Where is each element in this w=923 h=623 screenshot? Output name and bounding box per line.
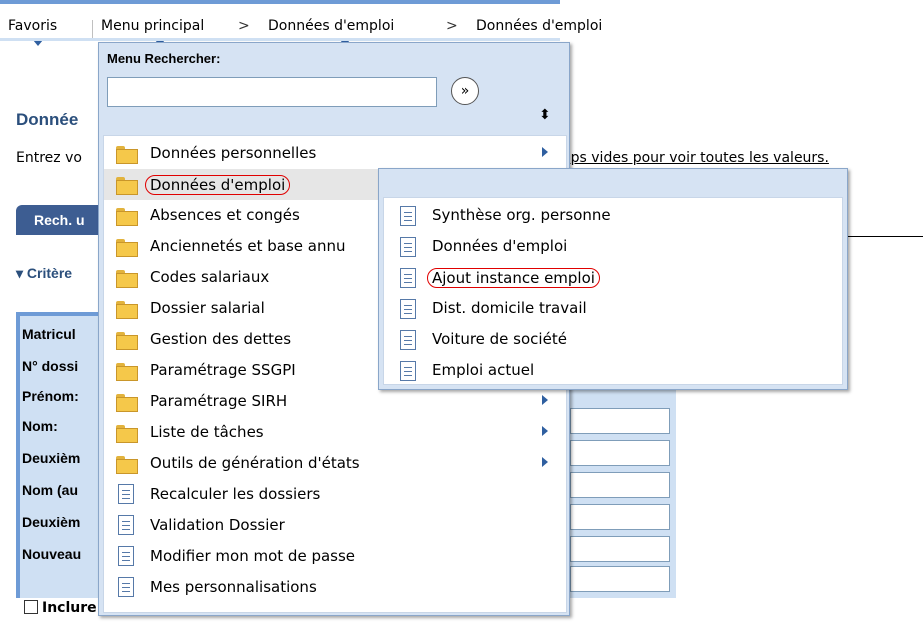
menu-item-label: Outils de génération d'états — [150, 454, 360, 472]
folder-icon — [116, 394, 138, 412]
document-icon — [400, 237, 416, 257]
document-icon — [118, 484, 134, 504]
submenu-item-label: Données d'emploi — [432, 237, 568, 255]
document-icon — [118, 577, 134, 597]
folder-icon — [116, 332, 138, 350]
submenu-item-label: Voiture de société — [432, 330, 567, 348]
page-instruction-tail: mps vides pour voir toutes les valeurs. — [557, 150, 829, 166]
submenu-arrow-icon — [542, 147, 548, 157]
menu-item-label: Liste de tâches — [150, 423, 264, 441]
menu-item-label: Validation Dossier — [150, 516, 285, 534]
submenu-item-voiture[interactable]: Voiture de société — [384, 324, 842, 355]
submenu-item-label: Ajout instance emploi — [427, 268, 600, 288]
menu-item-label: Paramétrage SIRH — [150, 392, 288, 410]
sort-icon[interactable]: ⬍ — [539, 107, 551, 123]
menu-item-label: Anciennetés et base annu — [150, 237, 346, 255]
document-icon — [400, 206, 416, 226]
nav-underline — [0, 38, 560, 41]
breadcrumb-donnees-emploi[interactable]: Données d'emploi — [268, 18, 394, 34]
menu-item-label: Recalculer les dossiers — [150, 485, 321, 503]
menu-item-label: Mes personnalisations — [150, 578, 317, 596]
menu-item-outils-etats[interactable]: Outils de génération d'états — [104, 448, 566, 479]
document-icon — [400, 330, 416, 350]
menu-item-label: Données d'emploi — [145, 175, 291, 195]
menu-item-label: Données personnelles — [150, 144, 317, 162]
text-field[interactable] — [570, 504, 670, 530]
submenu-item-emploi-actuel[interactable]: Emploi actuel — [384, 355, 842, 386]
nav-separator — [92, 20, 93, 40]
field-label: Nom (au — [22, 482, 78, 498]
document-icon — [400, 268, 416, 288]
field-label: Nom: — [22, 418, 58, 434]
submenu-item-label: Emploi actuel — [432, 361, 535, 379]
nav-menu-principal[interactable]: Menu principal — [101, 18, 204, 34]
field-label: Deuxièm — [22, 450, 81, 466]
nav-favoris[interactable]: Favoris — [8, 18, 57, 34]
folder-icon — [116, 301, 138, 319]
submenu-item-label: Dist. domicile travail — [432, 299, 587, 317]
breadcrumb-separator: > — [238, 18, 250, 34]
top-accent-line — [0, 0, 560, 4]
submenu-item-label: Synthèse org. personne — [432, 206, 611, 224]
folder-icon — [116, 146, 138, 164]
submenu-item-donnees-emploi[interactable]: Données d'emploi — [384, 231, 842, 262]
text-field[interactable] — [570, 566, 670, 592]
menu-item-modifier-mot-de-passe[interactable]: Modifier mon mot de passe — [104, 541, 566, 572]
menu-item-label: Modifier mon mot de passe — [150, 547, 356, 565]
submenu-donnees-emploi: Synthèse org. personne Données d'emploi … — [378, 168, 848, 390]
page-instruction: Entrez vo — [16, 150, 82, 166]
folder-icon — [116, 425, 138, 443]
folder-icon — [116, 177, 138, 195]
folder-icon — [116, 208, 138, 226]
field-label: N° dossi — [22, 358, 79, 374]
field-label: Matricul — [22, 326, 76, 342]
criteria-toggle[interactable]: ▾ Critère — [16, 265, 72, 282]
field-label: Prénom: — [22, 388, 79, 404]
menu-search-heading: Menu Rechercher: — [107, 51, 221, 66]
submenu-item-synthese[interactable]: Synthèse org. personne — [384, 200, 842, 231]
folder-icon — [116, 363, 138, 381]
breadcrumb-separator: > — [446, 18, 458, 34]
field-label: Deuxièm — [22, 514, 81, 530]
search-go-icon[interactable]: » — [451, 77, 479, 105]
menu-search-input[interactable] — [107, 77, 437, 107]
page-title: Donnée — [16, 110, 79, 129]
menu-item-donnees-personnelles[interactable]: Données personnelles — [104, 138, 566, 169]
submenu-arrow-icon — [542, 457, 548, 467]
breadcrumb-current: Données d'emploi — [476, 18, 603, 34]
folder-icon — [116, 456, 138, 474]
menu-item-validation[interactable]: Validation Dossier — [104, 510, 566, 541]
field-label: Nouveau — [22, 546, 82, 562]
submenu-item-list: Synthèse org. personne Données d'emploi … — [383, 197, 843, 385]
menu-item-label: Gestion des dettes — [150, 330, 292, 348]
menu-item-label: Absences et congés — [150, 206, 300, 224]
navigation-bar: Favoris Menu principal > Données d'emplo… — [0, 6, 923, 46]
folder-icon — [116, 270, 138, 288]
menu-item-label: Codes salariaux — [150, 268, 270, 286]
menu-item-recalculer[interactable]: Recalculer les dossiers — [104, 479, 566, 510]
menu-item-parametrage-sirh[interactable]: Paramétrage SIRH — [104, 386, 566, 417]
menu-item-liste-taches[interactable]: Liste de tâches — [104, 417, 566, 448]
document-icon — [118, 515, 134, 535]
text-field[interactable] — [570, 536, 670, 562]
document-icon — [400, 299, 416, 319]
document-icon — [118, 546, 134, 566]
tab-divider — [840, 236, 923, 237]
document-icon — [400, 361, 416, 381]
folder-icon — [116, 239, 138, 257]
tab-recherche[interactable]: Rech. u — [16, 205, 106, 235]
submenu-arrow-icon — [542, 395, 548, 405]
text-field[interactable] — [570, 472, 670, 498]
submenu-item-ajout-instance[interactable]: Ajout instance emploi — [384, 262, 842, 293]
menu-item-label: Paramétrage SSGPI — [150, 361, 296, 379]
text-field[interactable] — [570, 440, 670, 466]
submenu-item-dist-domicile[interactable]: Dist. domicile travail — [384, 293, 842, 324]
menu-item-personnalisations[interactable]: Mes personnalisations — [104, 572, 566, 603]
menu-item-label: Dossier salarial — [150, 299, 265, 317]
text-field[interactable] — [570, 408, 670, 434]
submenu-arrow-icon — [542, 426, 548, 436]
include-history-checkbox[interactable] — [24, 600, 38, 614]
